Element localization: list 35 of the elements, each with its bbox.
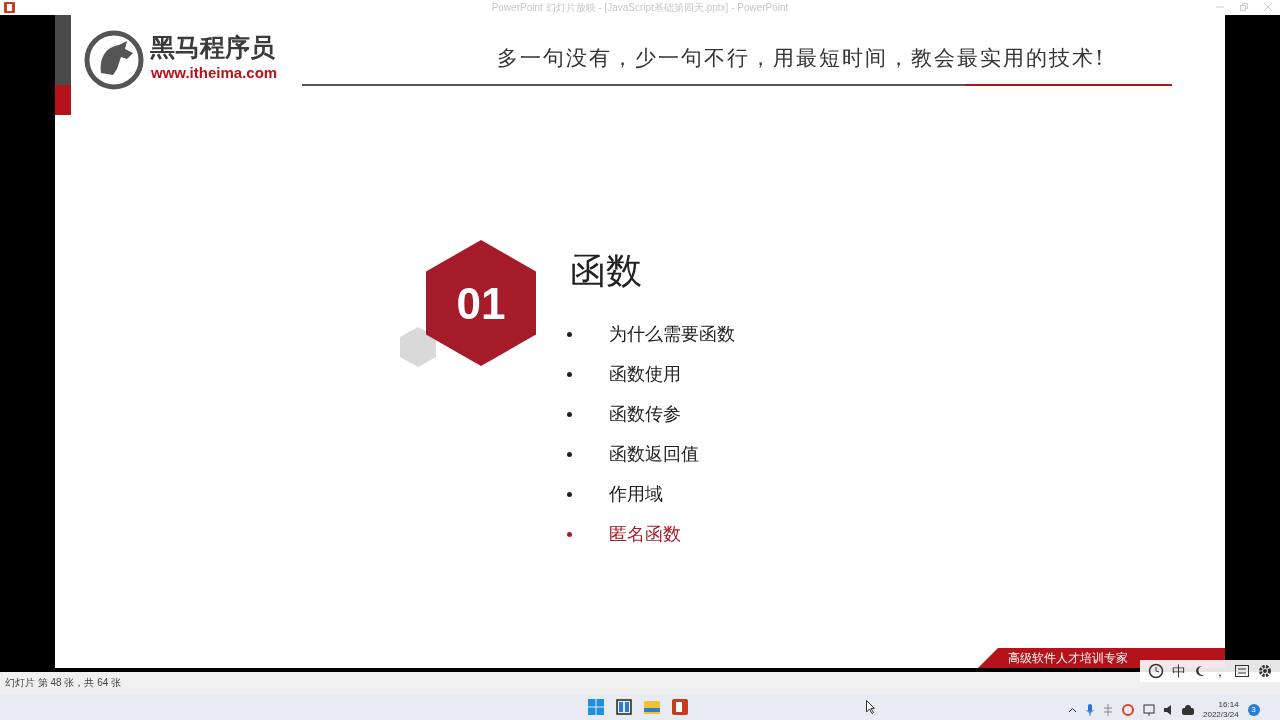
start-icon[interactable] [588, 699, 604, 715]
section-number: 01 [455, 282, 507, 326]
slide-counter: 幻灯片 第 48 张，共 64 张 [5, 678, 122, 688]
bullet-text: 为什么需要函数 [609, 325, 735, 343]
moon-icon[interactable] [1194, 665, 1205, 677]
bullet-text: 函数传参 [609, 405, 681, 423]
input-mode-toggle[interactable]: 中 [1172, 664, 1187, 678]
horse-logo-icon [83, 29, 145, 91]
notification-badge[interactable]: 3 [1247, 704, 1260, 716]
task-view-icon[interactable] [616, 699, 632, 715]
settings-icon[interactable] [1257, 664, 1272, 678]
slogan: 多一句没有，少一句不行，用最短时间，教会最实用的技术! [497, 48, 1106, 69]
punctuation-toggle[interactable]: ， [1213, 664, 1228, 678]
tray-app-icon[interactable] [1182, 705, 1194, 715]
logo-name: 黑马程序员 [150, 35, 275, 60]
section-title: 函数 [570, 253, 642, 289]
presentation-app-icon[interactable] [672, 699, 688, 715]
bullet-text: 匿名函数 [609, 525, 681, 543]
speaker-icon[interactable] [1164, 705, 1173, 715]
banner-text: 高级软件人才培训专家 [1008, 652, 1128, 664]
display-icon[interactable] [1143, 704, 1155, 716]
mouse-cursor-icon [866, 700, 875, 714]
clock-icon[interactable] [1148, 663, 1165, 679]
chevron-up-icon[interactable] [1068, 707, 1077, 713]
folder-icon[interactable] [644, 699, 660, 715]
logo-url: www.itheima.com [151, 65, 278, 80]
microphone-icon[interactable] [1086, 704, 1094, 716]
bullet-text: 函数使用 [609, 365, 681, 383]
clock-date[interactable]: 2022/3/24 [1203, 710, 1239, 720]
small-hexagon-drawing [400, 327, 436, 367]
bullet-text: 作用域 [609, 485, 663, 503]
clock-time[interactable]: 16:14 [1218, 700, 1239, 710]
input-method-icon[interactable] [1122, 704, 1134, 716]
keyboard-icon[interactable] [1235, 665, 1250, 677]
bullet-text: 函数返回值 [609, 445, 699, 463]
